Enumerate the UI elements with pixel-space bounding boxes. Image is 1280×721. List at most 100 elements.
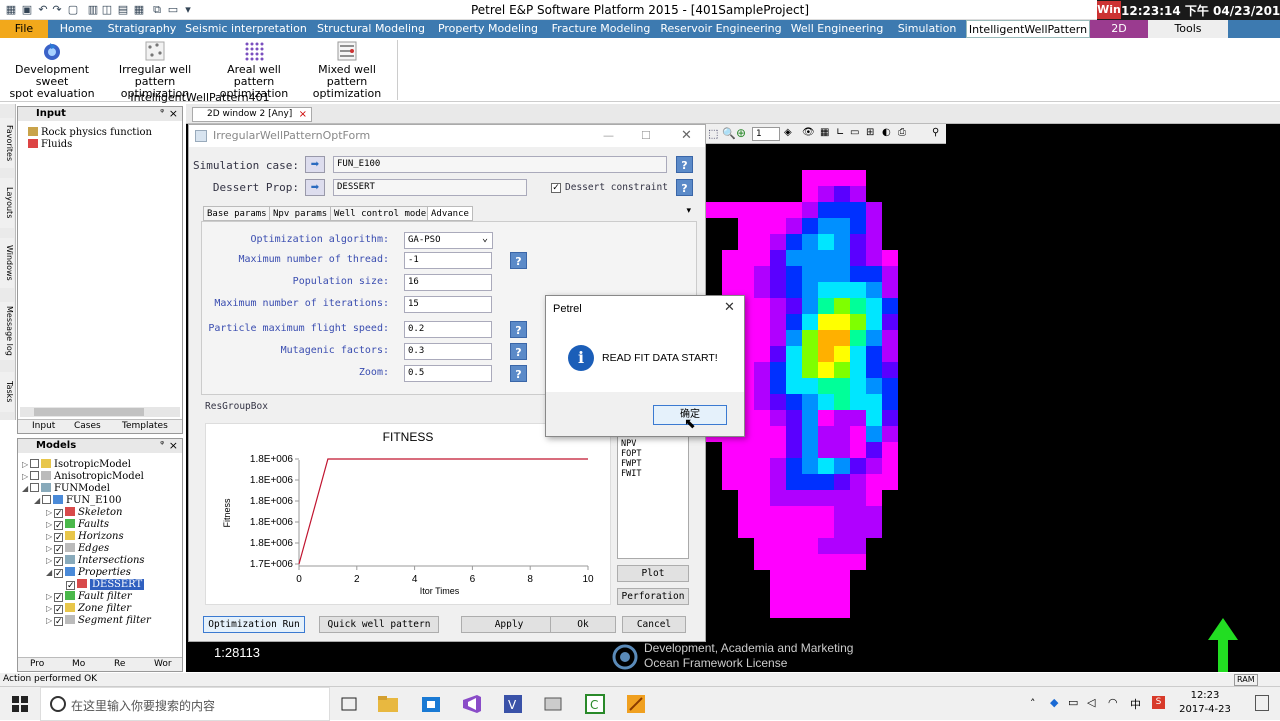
param-input[interactable]: 16: [404, 274, 492, 291]
layer-icon[interactable]: ◈: [784, 127, 792, 138]
expand-icon[interactable]: ▷: [22, 471, 30, 483]
expand-icon[interactable]: ◢: [22, 483, 30, 495]
tray-expand-icon[interactable]: ˄: [1030, 697, 1036, 710]
tab-well-control[interactable]: Well control mode: [330, 206, 431, 221]
help-button[interactable]: ?: [676, 156, 693, 173]
tree-item[interactable]: ▷ Faults: [46, 519, 109, 531]
visual-studio-icon[interactable]: [460, 692, 484, 716]
scrollbar-thumb[interactable]: [34, 408, 144, 416]
select-prop-button[interactable]: ➡: [305, 179, 325, 196]
side-tab-message-log[interactable]: Message log: [0, 302, 14, 360]
tree-item[interactable]: ▷ Zone filter: [46, 603, 131, 615]
perforation-button[interactable]: Perforation: [617, 588, 689, 605]
tab-base-params[interactable]: Base params: [203, 206, 271, 221]
file-explorer-icon[interactable]: [376, 692, 400, 716]
plot-button[interactable]: Plot: [617, 565, 689, 582]
close-icon[interactable]: ✕: [681, 125, 692, 147]
close-icon[interactable]: ×: [299, 108, 307, 121]
bottom-tab-cases[interactable]: Cases: [62, 420, 101, 433]
zoom-field[interactable]: 1: [752, 127, 780, 141]
camtasia-icon[interactable]: C: [583, 692, 607, 716]
side-tab-favorites[interactable]: Favorites: [0, 118, 14, 168]
mixed-well-pattern-button[interactable]: Mixed well pattern optimization: [300, 38, 394, 100]
input-item[interactable]: Fluids: [28, 139, 72, 151]
series-list[interactable]: NPV FOPT FWPT FWIT: [617, 435, 689, 559]
visibility-checkbox[interactable]: [30, 459, 39, 468]
apply-button[interactable]: Apply: [461, 616, 557, 633]
search-box[interactable]: 在这里输入你要搜索的内容: [40, 687, 330, 721]
cancel-button[interactable]: Cancel: [622, 616, 686, 633]
quick-well-pattern-button[interactable]: Quick well pattern: [319, 616, 439, 633]
tab-npv-params[interactable]: Npv params: [269, 206, 332, 221]
param-input[interactable]: 0.5: [404, 365, 492, 382]
close-icon[interactable]: ×: [169, 439, 178, 452]
visibility-checkbox[interactable]: [54, 521, 63, 530]
expand-icon[interactable]: ▷: [22, 459, 30, 471]
close-icon[interactable]: ×: [169, 107, 178, 120]
tree-item[interactable]: ▷ Horizons: [46, 531, 124, 543]
expand-icon[interactable]: ▷: [46, 519, 54, 531]
tab-home[interactable]: Home: [48, 20, 104, 38]
bottom-tab-wor[interactable]: Wor: [144, 658, 172, 671]
tab-advance[interactable]: Advance: [427, 206, 473, 221]
axis-icon[interactable]: ∟: [836, 127, 844, 138]
tree-item[interactable]: ◢ FUN_E100: [34, 495, 122, 507]
expand-icon[interactable]: ◢: [46, 567, 54, 579]
bottom-tab-templates[interactable]: Templates: [110, 420, 168, 433]
tree-item[interactable]: DESSERT: [58, 579, 145, 591]
pointer-icon[interactable]: ⬚: [708, 127, 718, 140]
print-icon[interactable]: ⎙: [898, 127, 906, 138]
param-input[interactable]: -1: [404, 252, 492, 269]
visibility-checkbox[interactable]: [54, 533, 63, 542]
network-icon[interactable]: ▭: [1068, 696, 1078, 709]
ok-button[interactable]: Ok: [550, 616, 616, 633]
select-case-button[interactable]: ➡: [305, 156, 325, 173]
help-button[interactable]: ?: [676, 179, 693, 196]
app-icon[interactable]: [541, 692, 565, 716]
visibility-checkbox[interactable]: [54, 509, 63, 518]
list-item[interactable]: NPV: [621, 439, 685, 449]
algorithm-select[interactable]: GA-PSO ⌄: [404, 232, 493, 249]
taskbar-clock[interactable]: 12:23 2017-4-23: [1175, 689, 1235, 717]
maximize-icon[interactable]: ☐: [641, 125, 651, 147]
tree-item[interactable]: ◢ Properties: [46, 567, 131, 579]
horizontal-scrollbar[interactable]: [20, 407, 180, 417]
visibility-checkbox[interactable]: [54, 593, 63, 602]
tab-overflow-icon[interactable]: ▾: [686, 206, 691, 216]
list-item[interactable]: FOPT: [621, 449, 685, 459]
volume-icon[interactable]: ◁: [1087, 696, 1095, 709]
dessert-constraint-checkbox[interactable]: ✓: [551, 183, 561, 193]
param-input[interactable]: 0.3: [404, 343, 492, 360]
tray-app-icon[interactable]: S: [1152, 696, 1165, 709]
bottom-tab-input[interactable]: Input: [20, 420, 55, 433]
help-button[interactable]: ?: [510, 252, 527, 269]
expand-icon[interactable]: ▷: [46, 543, 54, 555]
tab-property[interactable]: Property Modeling: [434, 20, 542, 38]
visibility-checkbox[interactable]: [54, 569, 63, 578]
help-button[interactable]: ?: [510, 321, 527, 338]
2d-view[interactable]: [706, 124, 1280, 672]
tab-file[interactable]: File: [0, 20, 48, 38]
visibility-checkbox[interactable]: [42, 495, 51, 504]
tab-fracture[interactable]: Fracture Modeling: [548, 20, 654, 38]
pin-icon[interactable]: ᵠ: [160, 108, 164, 118]
tree-item[interactable]: ▷ Skeleton: [46, 507, 122, 519]
tray-app-icon[interactable]: ◆: [1050, 696, 1058, 709]
side-tab-layouts[interactable]: Layouts: [0, 178, 14, 228]
tab-seismic[interactable]: Seismic interpretation: [184, 20, 308, 38]
side-tab-tasks[interactable]: Tasks: [0, 372, 14, 412]
help-button[interactable]: ?: [510, 365, 527, 382]
bottom-tab-mo[interactable]: Mo: [62, 658, 85, 671]
bottom-tab-pro[interactable]: Pro: [20, 658, 44, 671]
visibility-checkbox[interactable]: [30, 483, 39, 492]
visibility-checkbox[interactable]: [30, 471, 39, 480]
tree-item[interactable]: ▷ Segment filter: [46, 615, 151, 627]
chevron-down-icon[interactable]: ⌄: [482, 231, 488, 246]
expand-icon[interactable]: ▷: [46, 591, 54, 603]
wifi-icon[interactable]: ◠: [1108, 696, 1118, 709]
windows-start-icon[interactable]: [12, 696, 28, 712]
chart-icon[interactable]: ▭: [850, 127, 859, 138]
tab-2d[interactable]: 2D: [1090, 20, 1148, 38]
petrel-icon[interactable]: [624, 692, 648, 716]
tab-structural[interactable]: Structural Modeling: [314, 20, 428, 38]
